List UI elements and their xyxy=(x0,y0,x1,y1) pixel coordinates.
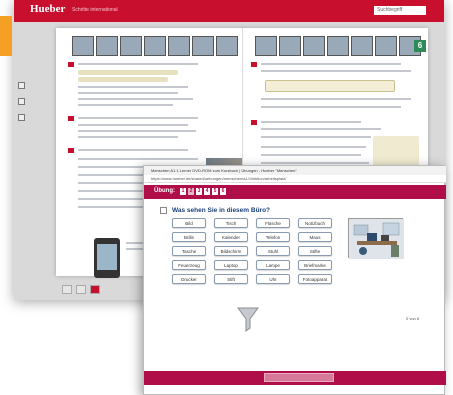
text-line xyxy=(78,124,188,126)
exercise-nav-1[interactable]: 1 xyxy=(180,188,186,195)
text-line xyxy=(78,92,178,94)
page-number-badge: 6 xyxy=(414,40,426,52)
word-button[interactable]: Notizbuch xyxy=(298,218,332,228)
exercise-marker xyxy=(251,62,257,67)
exercise-nav-2[interactable]: 2 xyxy=(188,188,194,195)
text-line xyxy=(261,154,361,156)
word-button[interactable]: Bild xyxy=(172,218,206,228)
exercise-marker xyxy=(68,62,74,67)
exercise-window: Menschen A1.1 Lerner DVD-ROM zum Kursbuc… xyxy=(143,165,446,395)
word-box xyxy=(78,70,178,75)
word-button[interactable]: Uhr xyxy=(256,274,290,284)
text-line xyxy=(261,70,411,72)
text-line xyxy=(78,117,198,119)
text-line xyxy=(78,130,196,132)
exercise-marker xyxy=(68,148,74,153)
text-line xyxy=(261,136,371,138)
word-box xyxy=(78,77,168,82)
progress-status: 0 von 8 xyxy=(406,316,420,321)
footer-controls[interactable] xyxy=(264,373,334,382)
word-button[interactable]: Kalender xyxy=(214,232,248,242)
search-input[interactable]: Suchbegriff xyxy=(374,6,426,15)
bookmark-icon[interactable] xyxy=(18,98,25,105)
text-line xyxy=(78,63,198,65)
strip-photo xyxy=(303,36,325,56)
funnel-icon[interactable] xyxy=(237,306,259,332)
orange-side-tab[interactable] xyxy=(0,16,12,56)
strip-photo xyxy=(120,36,142,56)
phone-screen-image xyxy=(97,244,117,270)
checkbox-icon[interactable] xyxy=(160,207,167,214)
strip-photo xyxy=(279,36,301,56)
ebook-header: Hueber Schritte international Suchbegrif… xyxy=(14,0,444,22)
word-button[interactable]: Tasche xyxy=(172,246,206,256)
word-button[interactable]: Briefmarke xyxy=(298,260,332,270)
strip-photo xyxy=(96,36,118,56)
word-button[interactable]: Laptop xyxy=(214,260,248,270)
exercise-nav-5[interactable]: 5 xyxy=(212,188,218,195)
strip-photo xyxy=(255,36,277,56)
exercise-question: Was sehen Sie in diesem Büro? xyxy=(172,207,271,214)
strip-photo xyxy=(351,36,373,56)
notes-icon[interactable] xyxy=(18,114,25,121)
exercise-nav-4[interactable]: 4 xyxy=(204,188,210,195)
grammar-box xyxy=(265,80,395,92)
exercise-marker xyxy=(68,116,74,121)
word-button[interactable]: Lampe xyxy=(256,260,290,270)
photo-strip-right xyxy=(255,36,421,56)
text-line xyxy=(78,149,188,151)
word-button[interactable]: Bildschirm xyxy=(214,246,248,256)
strip-photo xyxy=(327,36,349,56)
word-button[interactable]: Maus xyxy=(298,232,332,242)
prev-page-button[interactable] xyxy=(62,285,72,294)
text-line xyxy=(78,136,178,138)
word-button[interactable]: Stifte xyxy=(298,246,332,256)
brand-logo: Hueber xyxy=(30,3,66,15)
pages-button[interactable] xyxy=(76,285,86,294)
text-line xyxy=(261,63,401,65)
zoom-icon[interactable] xyxy=(18,82,25,89)
strip-photo xyxy=(168,36,190,56)
photo-strip-left xyxy=(72,36,238,56)
strip-photo xyxy=(216,36,238,56)
text-line xyxy=(261,162,369,164)
strip-photo xyxy=(144,36,166,56)
word-button[interactable]: Feuerzeug xyxy=(172,260,206,270)
record-button[interactable] xyxy=(90,285,100,294)
exercise-marker xyxy=(251,120,257,125)
text-line xyxy=(261,121,361,123)
text-line xyxy=(78,104,173,106)
office-photo xyxy=(348,218,404,259)
text-line xyxy=(78,98,193,100)
strip-photo xyxy=(192,36,214,56)
word-grid: Bild Tisch Flasche Notizbuch Brille Kalender T… xyxy=(172,218,340,288)
text-line xyxy=(261,98,411,100)
exercise-label: Übung: xyxy=(154,188,175,194)
word-button[interactable]: Stuhl xyxy=(256,246,290,256)
strip-photo xyxy=(375,36,397,56)
word-button[interactable]: Brille xyxy=(172,232,206,242)
text-line xyxy=(261,128,381,130)
strip-photo xyxy=(72,36,94,56)
text-line xyxy=(261,146,366,148)
exercise-nav-6[interactable]: 6 xyxy=(220,188,226,195)
url-bar[interactable]: https://www.hueber.de/shared/uebungen/me… xyxy=(144,175,446,183)
text-line xyxy=(78,86,188,88)
text-line xyxy=(261,106,401,108)
exercise-nav-3[interactable]: 3 xyxy=(196,188,202,195)
word-button[interactable]: Drucker xyxy=(172,274,206,284)
window-title: Menschen A1.1 Lerner DVD-ROM zum Kursbuc… xyxy=(144,166,446,175)
text-line xyxy=(78,158,198,160)
word-button[interactable]: Telefon xyxy=(256,232,290,242)
brand-subtitle: Schritte international xyxy=(72,7,118,13)
word-button[interactable]: Flasche xyxy=(256,218,290,228)
word-button[interactable]: Tisch xyxy=(214,218,248,228)
word-button[interactable]: Stift xyxy=(214,274,248,284)
word-button[interactable]: Fotoapparat xyxy=(298,274,332,284)
